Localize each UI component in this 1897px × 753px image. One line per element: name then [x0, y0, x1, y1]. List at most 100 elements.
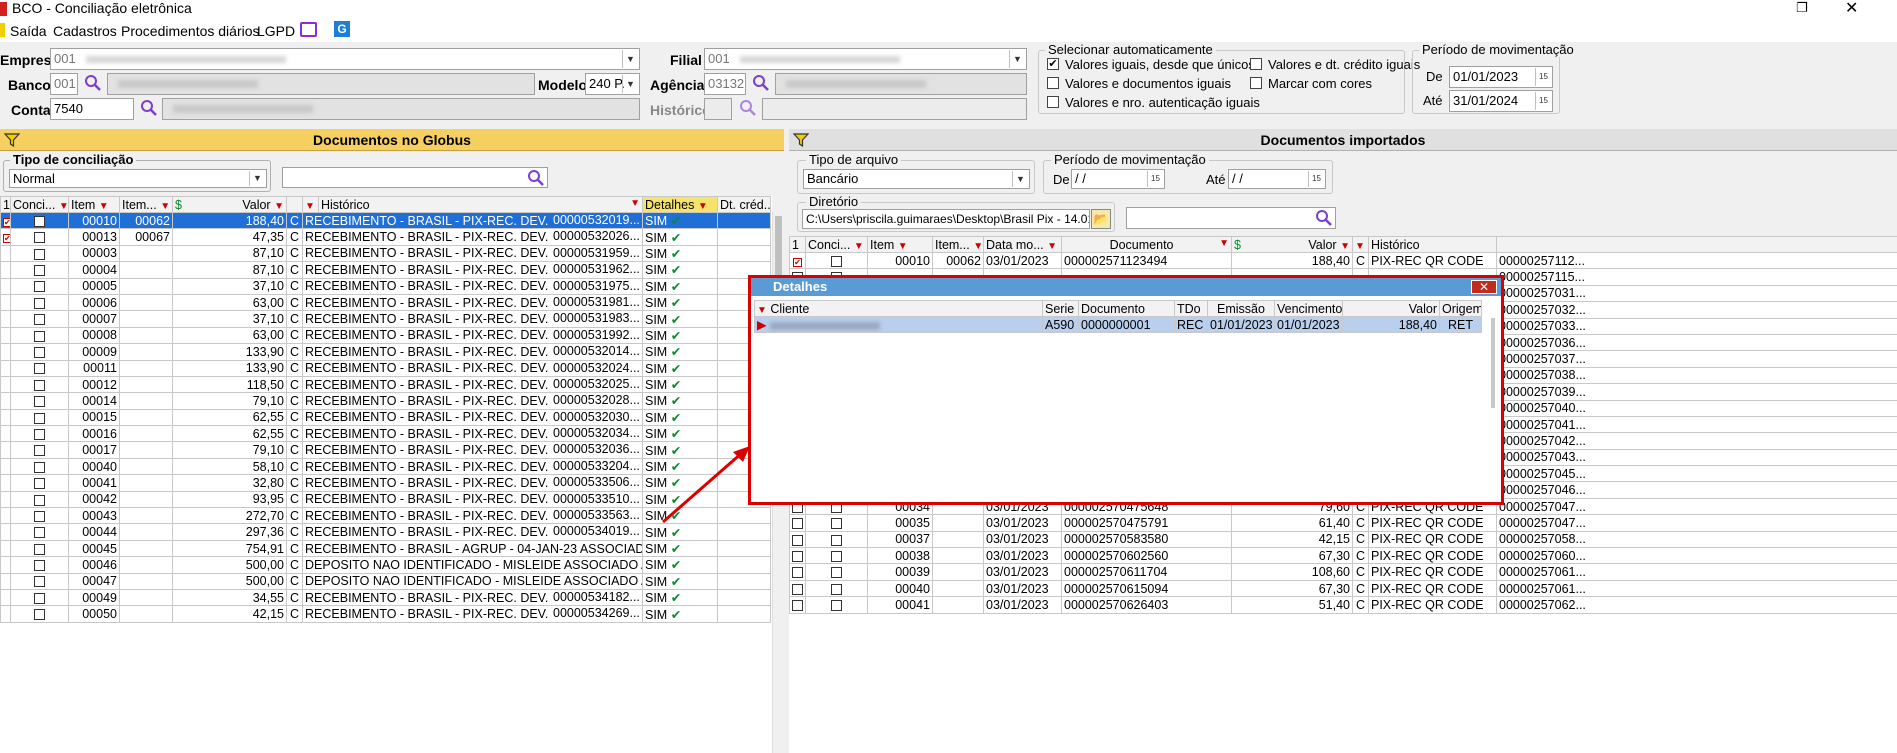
row-conciliado-checkbox[interactable]	[10, 523, 69, 541]
col-filter[interactable]: ▼	[302, 196, 319, 213]
table-row[interactable]: 00049 34,55 C RECEBIMENTO - BRASIL - PIX-RE…	[0, 588, 771, 607]
det-col-origem[interactable]: Origem	[1439, 300, 1482, 317]
det-col-documento[interactable]: Documento	[1078, 300, 1175, 317]
row-marker[interactable]	[789, 596, 806, 614]
row-detalhes[interactable]: SIM ✔	[642, 228, 718, 246]
det-col-emissao[interactable]: Emissão	[1207, 300, 1275, 317]
detalhes-scrollbar[interactable]	[1491, 318, 1495, 408]
search-icon[interactable]	[140, 99, 158, 117]
checkbox-valores-dt-credito[interactable]	[1250, 58, 1262, 70]
historico-code-field[interactable]	[704, 98, 732, 120]
table-row[interactable]: 00045 754,91 C RECEBIMENTO - BRASIL - AGRUP…	[0, 539, 771, 558]
detalhes-row[interactable]: ▶ A590 0000000001 REC 01/01/2023 01/01/2…	[754, 315, 1482, 334]
table-row[interactable]: 00005 37,10 C RECEBIMENTO - BRASIL - PIX-RE…	[0, 277, 771, 295]
search-icon[interactable]	[84, 74, 102, 92]
table-row[interactable]: 00008 63,00 C RECEBIMENTO - BRASIL - PIX-RE…	[0, 326, 771, 345]
row-detalhes[interactable]: SIM ✔	[642, 244, 718, 263]
periodo-ate-field[interactable]: 31/01/2024 15	[1449, 90, 1553, 112]
row-detalhes[interactable]: SIM ✔	[642, 359, 718, 377]
row-detalhes[interactable]: SIM ✔	[642, 539, 718, 558]
col-data-mov[interactable]: Data mo... ▼	[983, 236, 1062, 253]
col-item2[interactable]: Item... ▼	[932, 236, 984, 253]
table-row[interactable]: 00007 37,10 C RECEBIMENTO - BRASIL - PIX-RE…	[0, 310, 771, 328]
col-dc[interactable]	[286, 196, 303, 213]
table-row[interactable]: 00015 62,55 C RECEBIMENTO - BRASIL - PIX-RE…	[0, 408, 771, 427]
row-detalhes[interactable]: SIM ✔	[642, 310, 718, 328]
right-search-input[interactable]	[1126, 207, 1336, 229]
row-marker[interactable]	[789, 579, 806, 598]
col-detalhes[interactable]: Detalhes ▼	[642, 196, 718, 213]
table-row[interactable]: ✔ 00010 00062 03/01/2023 000002571123494 188,…	[789, 251, 1897, 270]
menu-procedimentos-diarios[interactable]: Procedimentos diários	[121, 23, 260, 39]
row-conciliado-checkbox[interactable]	[10, 425, 69, 443]
row-marker[interactable]	[789, 563, 806, 581]
tipo-arquivo-select[interactable]: Bancário ▼	[803, 169, 1030, 189]
row-conciliado-checkbox[interactable]	[805, 251, 868, 270]
col-item[interactable]: Item ▼	[68, 196, 120, 213]
det-col-vencimento[interactable]: Vencimento	[1274, 300, 1343, 317]
table-row[interactable]: 00038 03/01/2023 000002570602560 67,30 C PIX-…	[789, 547, 1897, 565]
col-documento[interactable]: Documento ▼	[1061, 236, 1232, 253]
row-detalhes[interactable]: SIM ✔	[642, 261, 718, 279]
col-historico[interactable]: Histórico	[1368, 236, 1497, 253]
row-conciliado-checkbox[interactable]	[805, 596, 868, 614]
col-item[interactable]: Item ▼	[867, 236, 933, 253]
calendar-icon[interactable]: 15	[1147, 171, 1163, 187]
col-conciliado[interactable]: Conci... ▼	[805, 236, 868, 253]
row-detalhes[interactable]: SIM ✔	[642, 392, 718, 410]
table-row[interactable]: ✔ 00010 00062 188,40 C RECEBIMENTO - BRASIL -…	[0, 211, 771, 230]
row-detalhes[interactable]: SIM ✔	[642, 326, 718, 345]
row-detalhes[interactable]: SIM ✔	[642, 293, 718, 312]
table-row[interactable]: 00011 133,90 C RECEBIMENTO - BRASIL - PIX-R…	[0, 359, 771, 377]
empresa-field[interactable]: 001 ▼	[50, 48, 640, 70]
row-marker[interactable]	[789, 530, 806, 549]
search-icon[interactable]	[752, 74, 770, 92]
table-row[interactable]: 00014 79,10 C RECEBIMENTO - BRASIL - PIX-RE…	[0, 392, 771, 410]
checkbox-valores-documentos[interactable]	[1047, 77, 1059, 89]
row-conciliado-checkbox[interactable]	[10, 457, 69, 476]
row-detalhes[interactable]: SIM ✔	[642, 572, 718, 590]
checkbox-valores-autenticacao[interactable]	[1047, 96, 1059, 108]
row-conciliado-checkbox[interactable]	[10, 441, 69, 459]
right-ate-field[interactable]: / / 15	[1228, 169, 1326, 189]
diretorio-field[interactable]: C:\Users\priscila.guimaraes\Desktop\Bras…	[802, 209, 1090, 229]
row-conciliado-checkbox[interactable]	[10, 261, 69, 279]
table-row[interactable]: 00006 63,00 C RECEBIMENTO - BRASIL - PIX-RE…	[0, 293, 771, 312]
table-row[interactable]: 00050 42,15 C RECEBIMENTO - BRASIL - PIX-RE…	[0, 605, 771, 623]
col-historico[interactable]: Histórico ▼	[318, 196, 643, 213]
chevron-down-icon[interactable]: ▼	[622, 75, 638, 93]
checkbox-valores-iguais[interactable]: ✔	[1047, 58, 1059, 70]
close-window-icon[interactable]: ✕	[1845, 0, 1858, 18]
row-conciliado-checkbox[interactable]	[10, 343, 69, 361]
table-row[interactable]: 00003 87,10 C RECEBIMENTO - BRASIL - PIX-RE…	[0, 244, 771, 263]
row-conciliado-checkbox[interactable]	[10, 539, 69, 558]
col-extra[interactable]	[1496, 236, 1897, 253]
table-row[interactable]: 00039 03/01/2023 000002570611704 108,60 C PIX…	[789, 563, 1897, 581]
search-icon[interactable]	[739, 99, 757, 117]
row-marker[interactable]: ✔	[789, 251, 806, 270]
menu-lgpd[interactable]: LGPD	[257, 23, 295, 39]
chevron-down-icon[interactable]: ▼	[622, 50, 638, 68]
row-conciliado-checkbox[interactable]	[805, 579, 868, 598]
row-conciliado-checkbox[interactable]	[10, 211, 69, 230]
col-conciliado[interactable]: Conci... ▼	[10, 196, 69, 213]
det-col-serie[interactable]: Serie	[1042, 300, 1079, 317]
row-detalhes[interactable]: SIM ✔	[642, 588, 718, 607]
table-row[interactable]: 00009 133,90 C RECEBIMENTO - BRASIL - PIX-R…	[0, 343, 771, 361]
col-dt-credito[interactable]: Dt. créd..	[717, 196, 771, 213]
det-col-tdo[interactable]: TDo	[1174, 300, 1208, 317]
col-filter[interactable]: ▼	[1352, 236, 1369, 253]
table-row[interactable]: 00035 03/01/2023 000002570475791 61,40 C PIX-…	[789, 514, 1897, 532]
search-icon[interactable]	[527, 169, 545, 187]
row-conciliado-checkbox[interactable]	[10, 326, 69, 345]
table-row[interactable]: ✔ 00013 00067 47,35 C RECEBIMENTO - BRASIL - …	[0, 228, 771, 246]
chevron-down-icon[interactable]: ▼	[249, 171, 265, 186]
close-icon[interactable]: ✕	[1471, 280, 1497, 294]
menu-saida[interactable]: Saída	[10, 23, 47, 39]
row-conciliado-checkbox[interactable]	[10, 293, 69, 312]
menu-cadastros[interactable]: Cadastros	[53, 23, 117, 39]
row-detalhes[interactable]: SIM ✔	[642, 605, 718, 623]
det-col-valor[interactable]: Valor	[1342, 300, 1440, 317]
right-de-field[interactable]: / / 15	[1071, 169, 1165, 189]
row-detalhes[interactable]: SIM ✔	[642, 343, 718, 361]
